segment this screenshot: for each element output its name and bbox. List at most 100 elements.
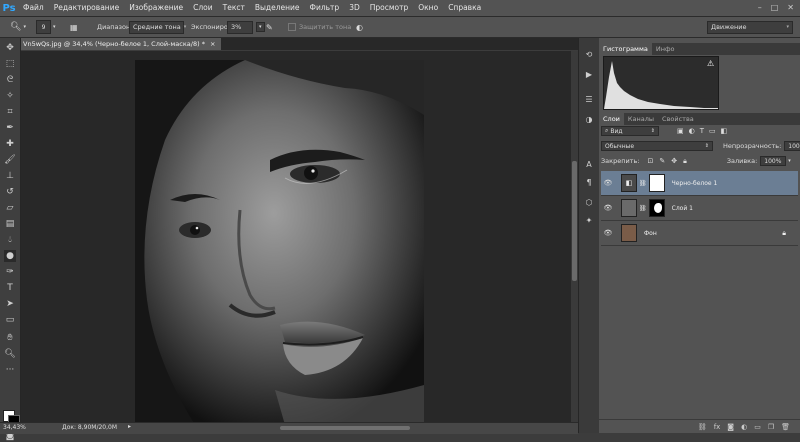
3d-panel-icon[interactable]: ⬡	[583, 196, 595, 208]
tab-channels[interactable]: Каналы	[624, 113, 658, 125]
vertical-scrollbar[interactable]	[571, 51, 578, 422]
zoom-level[interactable]: 34,43%	[3, 424, 26, 431]
adjustment-icon[interactable]: ◐	[741, 423, 747, 431]
menu-type[interactable]: Текст	[218, 0, 250, 16]
eye-icon[interactable]: 👁︎	[601, 229, 615, 237]
vertical-scroll-thumb[interactable]	[572, 161, 577, 281]
menu-filter[interactable]: Фильтр	[305, 0, 345, 16]
opacity-input[interactable]: 100%	[784, 141, 800, 151]
arrow-icon: ➤	[6, 299, 14, 309]
folder-icon[interactable]: ▭	[754, 423, 761, 431]
eyedropper-tool[interactable]: ✒	[4, 122, 16, 134]
lasso-tool[interactable]: ᘓ	[4, 74, 16, 86]
dodge-tool[interactable]: ●	[4, 250, 16, 262]
type-tool[interactable]: T	[4, 282, 16, 294]
clone-stamp-tool[interactable]: ⊥	[4, 170, 16, 182]
range-select[interactable]: Средние тона ▾	[129, 20, 186, 34]
quick-select-tool[interactable]: ✧	[4, 90, 16, 102]
link-layers-icon[interactable]: ⛓	[698, 423, 707, 431]
eye-icon[interactable]: 👁︎	[601, 204, 615, 212]
status-menu-arrow-icon[interactable]: ▸	[128, 423, 131, 430]
exposure-input[interactable]: 3%	[227, 20, 253, 34]
menu-3d[interactable]: 3D	[344, 0, 365, 16]
drop-icon: 💧︎	[8, 235, 12, 245]
path-select-tool[interactable]: ➤	[4, 298, 16, 310]
protect-tones-checkbox[interactable]	[288, 23, 296, 31]
history-brush-tool[interactable]: ↺	[4, 186, 16, 198]
tab-info[interactable]: Инфо	[652, 43, 679, 55]
protect-tones-option[interactable]: Защитить тона	[288, 21, 351, 33]
layer-row-layer-1[interactable]: 👁︎ ⛓ Слой 1	[601, 196, 798, 221]
layer-kind-filter[interactable]: ⌕ Вид ⇕	[601, 126, 659, 136]
fill-input[interactable]: 100%	[760, 156, 787, 166]
close-window-button[interactable]: ✕	[787, 3, 794, 12]
maximize-button[interactable]: □	[771, 3, 779, 12]
layer-name[interactable]: Черно-белое 1	[672, 180, 718, 187]
menu-layers[interactable]: Слои	[188, 0, 218, 16]
document-tab-bar: Vn5wQs.jpg @ 34,4% (Черно-белое 1, Слой-…	[21, 38, 578, 50]
lock-icons[interactable]: ⊡✎✥🔒︎	[647, 157, 692, 166]
minimize-button[interactable]: –	[758, 3, 762, 12]
pressure-icon: ◐	[356, 22, 363, 32]
history-panel-icon[interactable]: ⟲	[583, 48, 595, 60]
brush-tool[interactable]: 🖌︎	[4, 154, 16, 166]
blend-mode-select[interactable]: Обычные ⇕	[601, 141, 713, 151]
menu-image[interactable]: Изображение	[124, 0, 188, 16]
zoom-tool[interactable]: 🔍︎	[4, 348, 16, 360]
layer-mask-thumbnail[interactable]	[648, 199, 665, 217]
menu-select[interactable]: Выделение	[250, 0, 305, 16]
tool-preset-picker[interactable]: 🔍︎ ▾	[10, 21, 26, 33]
menu-file[interactable]: Файл	[18, 0, 49, 16]
eraser-tool[interactable]: ▱	[4, 202, 16, 214]
layer-mask-thumbnail[interactable]	[648, 174, 665, 192]
healing-tool[interactable]: ✚	[4, 138, 16, 150]
shape-tool[interactable]: ▭	[4, 314, 16, 326]
layer-row-background[interactable]: 👁︎ Фон 🔒︎	[601, 221, 798, 246]
exposure-dropdown[interactable]: ▾	[256, 22, 265, 32]
zoom-icon: 🔍︎	[4, 349, 16, 359]
tab-layers[interactable]: Слои	[599, 113, 624, 125]
horizontal-scroll-thumb[interactable]	[280, 426, 410, 430]
crop-tool[interactable]: ⌗	[4, 106, 16, 118]
menu-edit[interactable]: Редактирование	[49, 0, 124, 16]
brush-panel-button[interactable]: ▦	[70, 21, 78, 33]
adjustments-panel-icon[interactable]: ◑	[583, 113, 595, 125]
hand-tool[interactable]: ✋︎	[4, 332, 16, 344]
more-tools[interactable]: ···	[4, 364, 16, 376]
fx-icon[interactable]: fx	[714, 423, 721, 431]
actions-panel-icon[interactable]: ▶	[583, 68, 595, 80]
pen-icon: ✑	[6, 267, 14, 277]
layer-filter-icons[interactable]: ▣◐T▭◧	[677, 127, 732, 135]
add-mask-icon[interactable]: ◙	[727, 423, 734, 431]
brush-size-picker[interactable]: 9 ▾	[36, 20, 56, 34]
blur-tool[interactable]: 💧︎	[4, 234, 16, 246]
layer-row-black-white[interactable]: 👁︎ ◧ ⛓ Черно-белое 1	[601, 171, 798, 196]
warning-icon[interactable]: ⚠	[707, 59, 714, 68]
document-tab[interactable]: Vn5wQs.jpg @ 34,4% (Черно-белое 1, Слой-…	[21, 38, 222, 50]
workspace-select[interactable]: Движение ▾	[707, 20, 793, 34]
blend-mode-value: Обычные	[605, 142, 635, 150]
close-document-button[interactable]: ×	[210, 38, 215, 50]
airbrush-toggle[interactable]: ✎	[266, 21, 273, 33]
gradient-tool[interactable]: ▤	[4, 218, 16, 230]
menu-help[interactable]: Справка	[443, 0, 486, 16]
marquee-tool[interactable]: ⬚	[4, 58, 16, 70]
layer-name[interactable]: Фон	[644, 230, 657, 237]
move-tool[interactable]: ✥	[4, 42, 16, 54]
brush-presets-icon[interactable]: ✦	[583, 214, 595, 226]
eye-icon[interactable]: 👁︎	[601, 179, 615, 187]
paragraph-panel-icon[interactable]: ¶	[583, 176, 595, 188]
pen-tool[interactable]: ✑	[4, 266, 16, 278]
tab-histogram[interactable]: Гистограмма	[599, 43, 652, 55]
pressure-toggle[interactable]: ◐	[356, 21, 363, 33]
menu-view[interactable]: Просмотр	[365, 0, 414, 16]
fill-dropdown[interactable]: ▾	[788, 158, 791, 164]
portrait-photo[interactable]	[135, 60, 424, 425]
tab-properties[interactable]: Свойства	[658, 113, 698, 125]
menu-window[interactable]: Окно	[413, 0, 443, 16]
character-panel-icon[interactable]: A	[583, 158, 595, 170]
layer-name[interactable]: Слой 1	[672, 205, 693, 212]
new-layer-icon[interactable]: ❐	[768, 423, 774, 431]
properties-panel-icon[interactable]: ☰	[583, 93, 595, 105]
trash-icon[interactable]: 🗑︎	[781, 423, 790, 431]
